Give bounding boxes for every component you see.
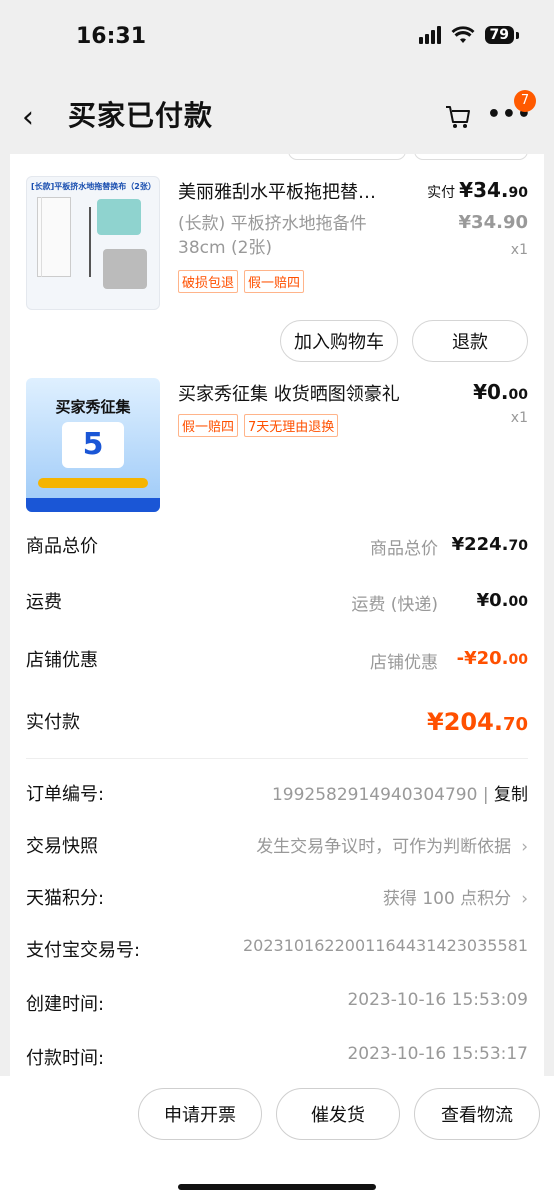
info-row-points[interactable]: 天猫积分: 获得 100 点积分 ›	[26, 884, 528, 914]
product-tags: 破损包退 假一赔四	[178, 270, 305, 293]
info-label: 天猫积分:	[26, 888, 105, 909]
summary-mid-label: 运费 (快递)	[351, 595, 438, 615]
tag: 7天无理由退换	[244, 414, 339, 437]
add-to-cart-button[interactable]: 加入购物车	[280, 320, 398, 362]
back-icon[interactable]: ‹	[22, 100, 34, 135]
info-label: 付款时间:	[26, 1048, 105, 1069]
info-value: 发生交易争议时，可作为判断依据 ›	[256, 837, 528, 857]
summary-label: 商品总价	[26, 536, 98, 557]
summary-label: 店铺优惠	[26, 650, 98, 671]
signal-icon	[418, 26, 441, 44]
order-number: 1992582914940304790	[271, 785, 478, 805]
urge-shipping-button[interactable]: 催发货	[276, 1088, 400, 1140]
nav-bar: ‹ 买家已付款 ••• 7	[0, 78, 554, 154]
bottom-action-bar: 申请开票 催发货 查看物流	[0, 1076, 554, 1200]
product-price: ¥0.00	[473, 380, 528, 404]
paid-value: ¥204.70	[427, 708, 528, 736]
chevron-right-icon: ›	[521, 837, 528, 857]
page-title: 买家已付款	[68, 99, 214, 132]
divider	[26, 758, 528, 759]
tag: 假一赔四	[244, 270, 305, 293]
refund-button[interactable]: 退款	[412, 320, 528, 362]
info-value: 2023-10-16 15:53:17	[347, 1044, 528, 1064]
info-row-paid-time: 付款时间: 2023-10-16 15:53:17	[26, 1044, 528, 1074]
tag: 假一赔四	[178, 414, 239, 437]
promo-image-amount: 5	[62, 422, 124, 468]
info-label: 交易快照	[26, 836, 98, 857]
info-value: 2023-10-16 15:53:09	[347, 990, 528, 1010]
info-row-order-number: 订单编号: 1992582914940304790 | 复制	[26, 780, 528, 810]
info-value: 获得 100 点积分 ›	[382, 889, 528, 909]
info-label: 支付宝交易号:	[26, 940, 141, 961]
product-quantity: x1	[510, 242, 528, 258]
product-item[interactable]: 买家秀征集 5 买家秀征集 收货晒图领豪礼 假一赔四 7天无理由退换 ¥0.00…	[10, 374, 544, 514]
paid-label: 实付款	[26, 712, 80, 733]
info-value: 2023101622001164431423035581	[242, 936, 528, 955]
order-card: [长款]平板挤水地拖替换布（2张） 美丽雅刮水平板拖把替… (长款) 平板挤水地…	[10, 154, 544, 1076]
product-original-price: ¥34.90	[458, 212, 528, 233]
summary-mid-label: 店铺优惠	[370, 653, 438, 673]
status-time: 16:31	[76, 24, 147, 49]
product-title: 美丽雅刮水平板拖把替…	[178, 182, 376, 203]
copy-button[interactable]: 复制	[494, 785, 528, 805]
cart-icon[interactable]	[444, 104, 472, 130]
summary-label: 运费	[26, 592, 62, 613]
summary-row-goods-total: 商品总价 商品总价 ¥224.70	[26, 532, 528, 562]
product-item[interactable]: [长款]平板挤水地拖替换布（2张） 美丽雅刮水平板拖把替… (长款) 平板挤水地…	[10, 154, 544, 374]
product-price: 实付 ¥34.90	[427, 178, 528, 202]
product-tags: 假一赔四 7天无理由退换	[178, 414, 339, 437]
promo-image-title: 买家秀征集	[55, 398, 131, 416]
tag: 破损包退	[178, 270, 239, 293]
status-bar: 16:31 79	[0, 0, 554, 78]
product-subtitle: (长款) 平板挤水地拖备件 38cm (2张)	[178, 214, 367, 258]
wifi-icon	[451, 26, 475, 43]
summary-value: -¥20.00	[456, 648, 528, 669]
request-invoice-button[interactable]: 申请开票	[138, 1088, 262, 1140]
view-logistics-button[interactable]: 查看物流	[414, 1088, 540, 1140]
status-icons: 79	[418, 26, 520, 44]
battery-icon: 79	[484, 26, 520, 44]
product-image-caption: [长款]平板挤水地拖替换布（2张）	[31, 182, 156, 191]
product-image: [长款]平板挤水地拖替换布（2张）	[26, 176, 160, 310]
notification-badge: 7	[514, 90, 536, 112]
info-row-created: 创建时间: 2023-10-16 15:53:09	[26, 990, 528, 1020]
product-title: 买家秀征集 收货晒图领豪礼	[178, 384, 400, 405]
summary-row-shop-discount: 店铺优惠 店铺优惠 -¥20.00	[26, 646, 528, 676]
product-quantity: x1	[510, 410, 528, 426]
summary-value: ¥224.70	[451, 534, 528, 555]
info-row-alipay: 支付宝交易号: 2023101622001164431423035581	[26, 936, 528, 966]
home-indicator	[178, 1184, 376, 1190]
chevron-right-icon: ›	[521, 889, 528, 909]
info-label: 创建时间:	[26, 994, 105, 1015]
summary-value: ¥0.00	[476, 590, 528, 611]
summary-mid-label: 商品总价	[370, 539, 438, 559]
product-image: 买家秀征集 5	[26, 378, 160, 512]
info-row-snapshot[interactable]: 交易快照 发生交易争议时，可作为判断依据 ›	[26, 832, 528, 862]
info-value: 1992582914940304790 | 复制	[271, 785, 528, 805]
info-label: 订单编号:	[26, 784, 105, 805]
summary-row-paid: 实付款 ¥204.70	[26, 708, 528, 744]
summary-row-shipping: 运费 运费 (快递) ¥0.00	[26, 588, 528, 618]
